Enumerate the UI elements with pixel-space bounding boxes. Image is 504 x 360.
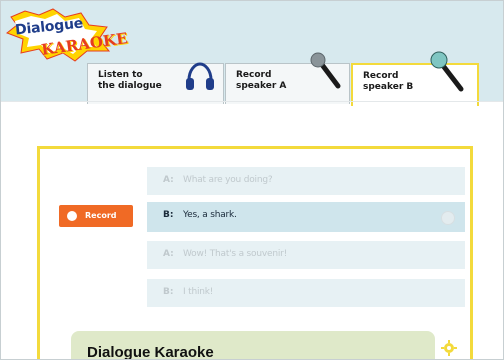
dialogue-text: What are you doing? (183, 175, 273, 185)
tab-record-b-label: Record speaker B (363, 71, 414, 92)
dialogue-speaker: A: (163, 175, 174, 185)
tabs-divider (1, 101, 503, 102)
dialogue-line[interactable]: A: Wow! That's a souvenir! (147, 241, 465, 269)
tab-record-speaker-b[interactable]: Record speaker B (351, 51, 479, 106)
dialogue-karaoke-logo: Dialogue KARAOKE (5, 7, 129, 63)
tab-listen-label: Listen to the dialogue (98, 70, 162, 91)
dialogue-speaker: B: (163, 210, 174, 220)
app-window: Dialogue KARAOKE Listen to the dialogue … (0, 0, 504, 360)
headphones-icon (186, 62, 214, 90)
record-indicator-icon (441, 211, 455, 225)
dialogue-speaker: B: (163, 287, 174, 297)
dialogue-text: Yes, a shark. (183, 210, 237, 220)
tab-record-a-label: Record speaker A (236, 70, 287, 91)
gear-icon[interactable] (441, 340, 457, 356)
dialogue-line-active[interactable]: B: Yes, a shark. (147, 202, 465, 232)
dialogue-text: I think! (183, 287, 214, 297)
caption-title: Dialogue Karaoke (87, 344, 214, 360)
dialogue-text: Wow! That's a souvenir! (183, 249, 288, 259)
record-button[interactable]: Record (59, 205, 133, 227)
caption-bar: Dialogue Karaoke (71, 331, 435, 360)
dialogue-line[interactable]: B: I think! (147, 279, 465, 307)
dialogue-line[interactable]: A: What are you doing? (147, 167, 465, 195)
record-button-label: Record (85, 211, 117, 220)
dialogue-speaker: A: (163, 249, 174, 259)
record-dot-icon (67, 211, 77, 221)
microphone-icon (310, 52, 341, 89)
tab-listen-dialogue[interactable]: Listen to the dialogue (87, 62, 224, 104)
tab-record-speaker-a[interactable]: Record speaker A (225, 52, 350, 104)
microphone-icon (430, 51, 464, 92)
